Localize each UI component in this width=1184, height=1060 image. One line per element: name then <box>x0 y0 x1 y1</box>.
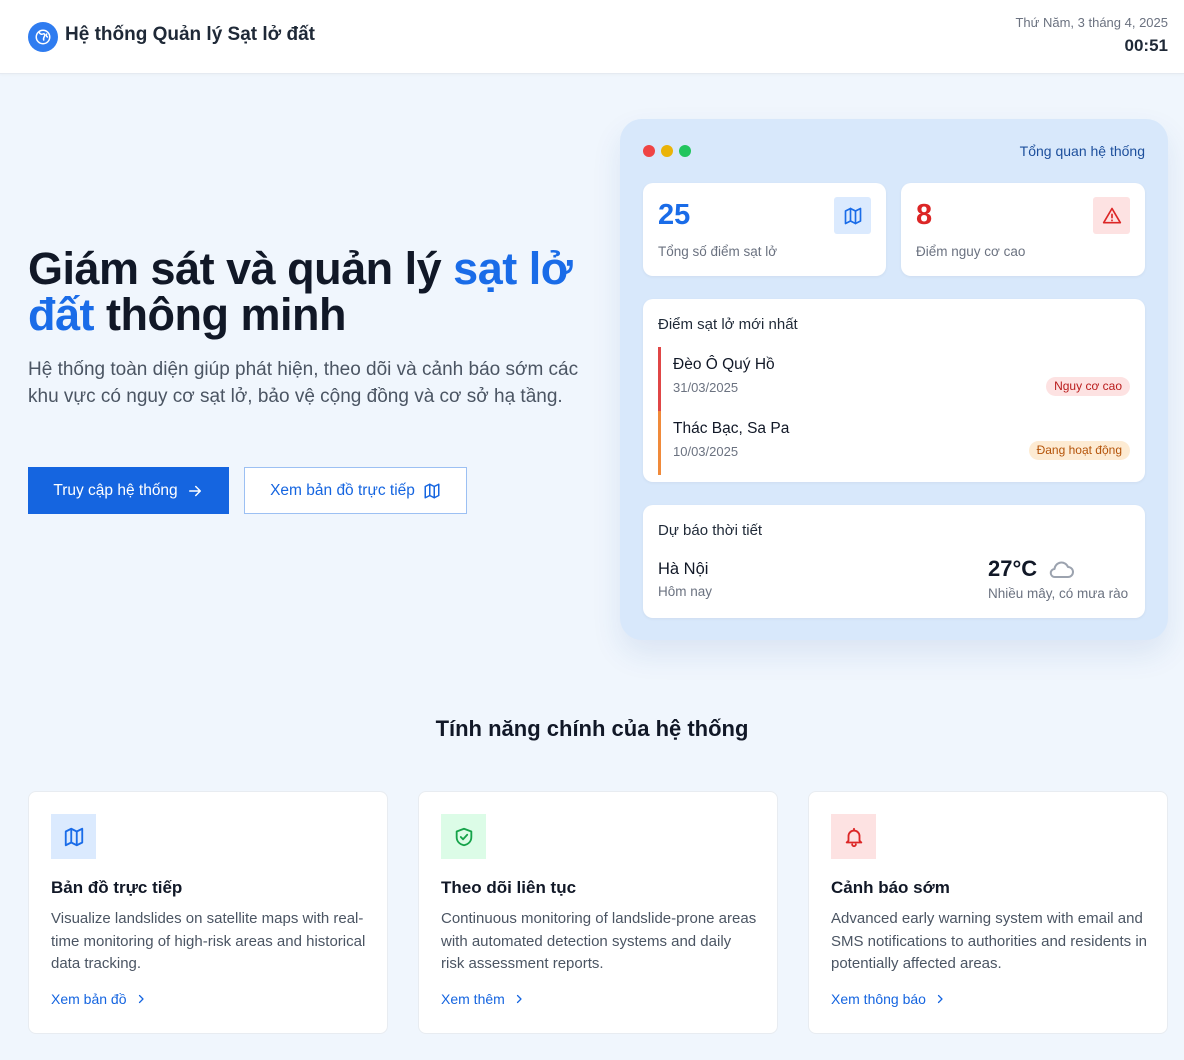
access-system-button[interactable]: Truy cập hệ thống <box>28 467 229 514</box>
panel-title: Tổng quan hệ thống <box>1019 143 1145 159</box>
app-title: Hệ thống Quản lý Sạt lở đất <box>65 24 315 45</box>
warning-icon <box>1093 197 1130 234</box>
map-icon <box>51 814 96 859</box>
stat-label-high-risk: Điểm nguy cơ cao <box>916 244 1026 259</box>
feature-title: Bản đồ trực tiếp <box>51 878 183 897</box>
feature-card-early-warning: Cảnh báo sớm Advanced early warning syst… <box>808 791 1168 1034</box>
weather-temperature: 27°C <box>988 556 1038 581</box>
hero-description: Hệ thống toàn diện giúp phát hiện, theo … <box>28 359 579 407</box>
window-dot-yellow <box>661 145 673 157</box>
stat-card-high-risk: 8 Điểm nguy cơ cao <box>901 183 1145 276</box>
feature-description: Continuous monitoring of landslide-prone… <box>441 910 757 972</box>
feature-title: Cảnh báo sớm <box>831 878 950 897</box>
features-section-title: Tính năng chính của hệ thống <box>435 716 749 741</box>
window-dot-red <box>643 145 655 157</box>
cloud-icon <box>1049 561 1074 578</box>
window-dot-green <box>679 145 691 157</box>
logo-icon[interactable] <box>28 22 58 52</box>
recent-landslides-card: Điểm sạt lở mới nhất Đèo Ô Quý Hồ 31/03/… <box>643 299 1145 482</box>
feature-card-live-map: Bản đồ trực tiếp Visualize landslides on… <box>28 791 388 1034</box>
feature-description: Advanced early warning system with email… <box>831 910 1148 972</box>
map-icon <box>424 483 440 498</box>
hero-title-part1: Giám sát và quản lý <box>28 243 454 294</box>
see-more-link[interactable]: Xem thêm <box>441 991 525 1007</box>
feature-description: Visualize landslides on satellite maps w… <box>51 910 366 972</box>
recent-item-date: 31/03/2025 <box>673 380 739 395</box>
system-overview-panel: Tổng quan hệ thống 25 Tổng số điểm sạt l… <box>620 119 1168 640</box>
chevron-right-icon <box>138 994 144 1004</box>
status-badge: Nguy cơ cao <box>1046 377 1130 396</box>
feature-card-monitoring: Theo dõi liên tục Continuous monitoring … <box>418 791 778 1034</box>
view-live-map-button[interactable]: Xem bản đồ trực tiếp <box>244 467 467 514</box>
status-badge: Đang hoạt động <box>1028 441 1130 460</box>
recent-heading: Điểm sạt lở mới nhất <box>658 316 798 333</box>
map-icon <box>834 197 871 234</box>
feature-title: Theo dõi liên tục <box>441 878 577 897</box>
recent-item-name: Đèo Ô Quý Hồ <box>673 356 775 373</box>
stat-value-total: 25 <box>658 199 691 231</box>
arrow-right-icon <box>188 485 201 496</box>
view-live-map-label: Xem bản đồ trực tiếp <box>270 481 415 499</box>
list-item[interactable]: Thác Bạc, Sa Pa 10/03/2025 Đang hoạt độn… <box>658 411 1130 475</box>
recent-item-name: Thác Bạc, Sa Pa <box>673 420 790 437</box>
weather-condition: Nhiều mây, có mưa rào <box>988 586 1129 601</box>
weather-day: Hôm nay <box>658 584 713 599</box>
access-system-label: Truy cập hệ thống <box>53 481 178 499</box>
view-notifications-link[interactable]: Xem thông báo <box>831 991 946 1007</box>
chevron-right-icon <box>516 994 522 1004</box>
current-date: Thứ Năm, 3 tháng 4, 2025 <box>1015 15 1168 30</box>
current-time: 00:51 <box>1124 36 1168 55</box>
shield-check-icon <box>441 814 486 859</box>
stat-card-total: 25 Tổng số điểm sạt lở <box>643 183 886 276</box>
view-notifications-link-label: Xem thông báo <box>831 991 926 1007</box>
chevron-right-icon <box>937 994 943 1004</box>
recent-item-date: 10/03/2025 <box>673 444 739 459</box>
view-map-link[interactable]: Xem bản đồ <box>51 991 147 1007</box>
bell-icon <box>831 814 876 859</box>
stat-label-total: Tổng số điểm sạt lở <box>658 244 778 259</box>
top-header: Hệ thống Quản lý Sạt lở đất Thứ Năm, 3 t… <box>0 0 1184 74</box>
list-item[interactable]: Đèo Ô Quý Hồ 31/03/2025 Nguy cơ cao <box>658 347 1130 411</box>
view-map-link-label: Xem bản đồ <box>51 991 127 1007</box>
see-more-link-label: Xem thêm <box>441 991 505 1007</box>
weather-city: Hà Nội <box>658 560 709 578</box>
hero-title: Giám sát và quản lý sạt lở đất thông min… <box>28 246 588 338</box>
weather-card: Dự báo thời tiết Hà Nội Hôm nay 27°C Nhi… <box>643 505 1145 618</box>
weather-heading: Dự báo thời tiết <box>658 522 763 539</box>
hero-title-part2: thông minh <box>94 289 346 340</box>
stat-value-high-risk: 8 <box>916 199 933 231</box>
